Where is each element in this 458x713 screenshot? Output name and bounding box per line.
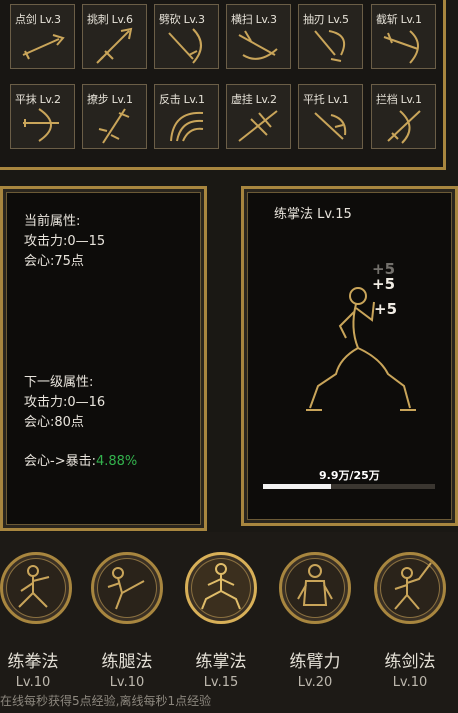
current-attributes-title: 当前属性: bbox=[24, 214, 81, 229]
palm-stance-icon bbox=[201, 563, 241, 610]
blade-draw-icon bbox=[314, 30, 345, 62]
tab-fist-circle[interactable] bbox=[0, 552, 72, 624]
tab-sword-circle[interactable] bbox=[374, 552, 446, 624]
skill-card[interactable]: 抽刃 Lv.5 bbox=[298, 4, 363, 69]
progress-text: 9.9万/25万 bbox=[319, 469, 380, 482]
skill-card[interactable]: 虚挂 Lv.2 bbox=[226, 84, 291, 149]
tab-palm-level: Lv.15 bbox=[203, 675, 239, 690]
fist-stance-icon bbox=[18, 565, 50, 608]
skill-card[interactable]: 挑刺 Lv.6 bbox=[82, 4, 147, 69]
sword-sweep-icon bbox=[238, 30, 278, 60]
current-attack: 攻击力:0—15 bbox=[24, 234, 106, 249]
next-attack: 攻击力:0—16 bbox=[24, 395, 106, 410]
next-crit: 会心:80点 bbox=[24, 415, 84, 430]
skill-card[interactable]: 平抹 Lv.2 bbox=[10, 84, 75, 149]
palm-stance-figure-icon bbox=[306, 287, 416, 411]
tab-arm-circle[interactable] bbox=[279, 552, 351, 624]
tab-leg-circle[interactable] bbox=[91, 552, 163, 624]
next-attributes-title: 下一级属性: bbox=[24, 375, 94, 390]
skill-card[interactable]: 点剑 Lv.3 bbox=[10, 4, 75, 69]
skill-card[interactable]: 撩步 Lv.1 bbox=[82, 84, 147, 149]
counter-icon bbox=[170, 111, 204, 142]
crit-conversion-value: 4.88% bbox=[95, 454, 138, 469]
tab-arm[interactable]: 练臂力 bbox=[270, 647, 360, 672]
kick-icon bbox=[107, 567, 145, 610]
progress-bar-fill bbox=[263, 484, 332, 489]
sword-slash-icon bbox=[383, 30, 419, 64]
tab-palm[interactable]: 练掌法 bbox=[176, 647, 266, 672]
current-crit: 会心:75点 bbox=[24, 254, 84, 269]
tab-sword[interactable]: 练剑法 bbox=[365, 647, 455, 672]
arm-strength-icon bbox=[297, 564, 333, 606]
crit-conversion: 会心->暴击:4.88% bbox=[24, 452, 137, 472]
skill-card[interactable]: 拦档 Lv.1 bbox=[371, 84, 436, 149]
training-title: 练掌法 Lv.15 bbox=[274, 207, 352, 222]
tab-palm-circle[interactable] bbox=[185, 552, 257, 624]
sword-chop-icon bbox=[168, 28, 202, 64]
skill-card[interactable]: 平托 Lv.1 bbox=[298, 84, 363, 149]
crit-conversion-label: 会心->暴击: bbox=[24, 454, 96, 469]
skill-card[interactable]: 劈砍 Lv.3 bbox=[154, 4, 219, 69]
skill-card[interactable]: 截斩 Lv.1 bbox=[371, 4, 436, 69]
experience-info: 在线每秒获得5点经验,离线每秒1点经验 bbox=[0, 694, 212, 708]
sword-block-icon bbox=[387, 110, 421, 144]
sword-pierce-icon bbox=[96, 27, 133, 64]
skill-card[interactable]: 反击 Lv.1 bbox=[154, 84, 219, 149]
sword-step-icon bbox=[98, 108, 130, 144]
sword-stance-icon bbox=[394, 562, 432, 610]
sword-lift-icon bbox=[314, 112, 347, 140]
tab-sword-level: Lv.10 bbox=[392, 675, 428, 690]
tab-leg[interactable]: 练腿法 bbox=[82, 647, 172, 672]
progress-bar bbox=[263, 484, 435, 489]
feint-icon bbox=[238, 110, 278, 142]
tab-leg-level: Lv.10 bbox=[109, 675, 145, 690]
sword-thrust-icon bbox=[22, 34, 65, 60]
tab-fist-level: Lv.10 bbox=[15, 675, 51, 690]
sword-swipe-icon bbox=[23, 108, 59, 142]
tab-arm-level: Lv.20 bbox=[297, 675, 333, 690]
skills-panel: 点剑 Lv.3 挑刺 Lv.6 劈砍 Lv.3 横扫 Lv.3 抽刃 Lv.5 … bbox=[0, 0, 446, 170]
tab-fist[interactable]: 练拳法 bbox=[0, 647, 78, 672]
skill-card[interactable]: 横扫 Lv.3 bbox=[226, 4, 291, 69]
